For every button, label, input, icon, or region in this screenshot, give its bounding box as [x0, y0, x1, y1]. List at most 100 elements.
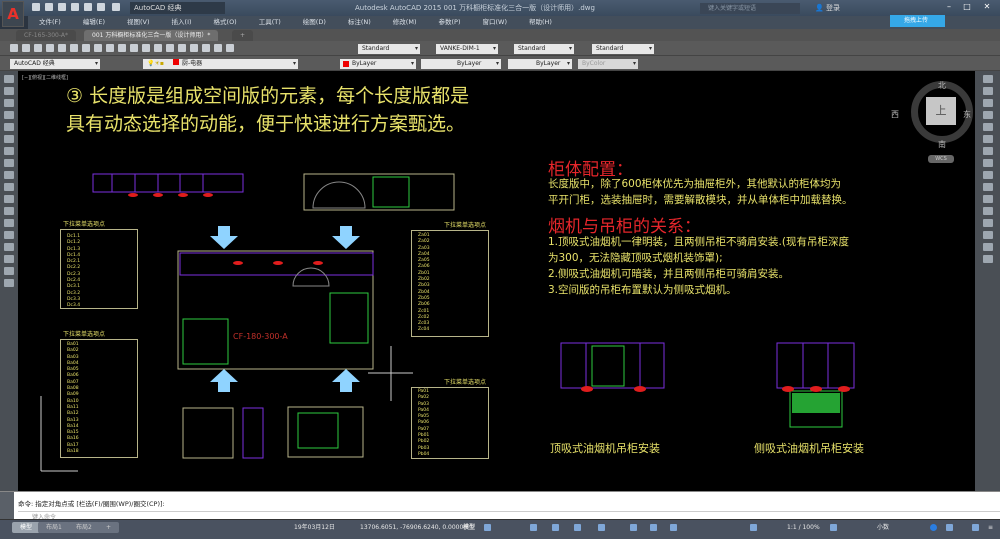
menu-insert[interactable]: 插入(I): [161, 16, 203, 29]
spline-icon[interactable]: [4, 171, 14, 179]
construction-line-icon[interactable]: [4, 87, 14, 95]
annotation-icon[interactable]: [750, 524, 757, 531]
line-tool-icon[interactable]: [4, 75, 14, 83]
save-icon[interactable]: [34, 44, 42, 52]
circle-icon[interactable]: [4, 147, 14, 155]
undo-icon[interactable]: [97, 3, 105, 11]
add-layout-button[interactable]: +: [98, 522, 120, 533]
compass-west[interactable]: 西: [891, 109, 899, 120]
polyline-icon[interactable]: [4, 99, 14, 107]
save-as-icon[interactable]: [71, 3, 79, 11]
print-icon[interactable]: [46, 44, 54, 52]
join-icon[interactable]: [982, 219, 993, 227]
menu-format[interactable]: 格式(O): [203, 16, 248, 29]
doc-tab-cf165[interactable]: CF-165-300-A*: [16, 30, 77, 41]
rotate-icon[interactable]: [982, 147, 993, 155]
redo-icon[interactable]: [112, 3, 120, 11]
table-icon[interactable]: [4, 267, 14, 275]
list-item[interactable]: Ba18: [61, 449, 137, 455]
open-icon[interactable]: [45, 3, 53, 11]
viewcube-top-face[interactable]: 上: [926, 97, 956, 125]
extend-icon[interactable]: [982, 195, 993, 203]
scale-icon[interactable]: [982, 159, 993, 167]
wcs-menu[interactable]: WCS: [928, 155, 954, 163]
isolate-objects-icon[interactable]: [930, 524, 937, 531]
stretch-icon[interactable]: [982, 171, 993, 179]
linetype-dropdown[interactable]: ByLayer: [421, 59, 501, 69]
new-icon[interactable]: [32, 3, 40, 11]
menu-help[interactable]: 帮助(H): [518, 16, 563, 29]
menu-modify[interactable]: 修改(M): [382, 16, 428, 29]
menu-draw[interactable]: 绘图(D): [292, 16, 337, 29]
list-item[interactable]: Zc04: [412, 327, 488, 333]
menu-tools[interactable]: 工具(T): [248, 16, 292, 29]
mirror-icon[interactable]: [982, 99, 993, 107]
rectangle-icon[interactable]: [4, 123, 14, 131]
hatch-icon[interactable]: [4, 231, 14, 239]
workspace-dropdown[interactable]: AutoCAD 经典: [130, 2, 225, 14]
dim-style-dropdown[interactable]: VANKE-DIM-1: [436, 44, 498, 54]
gradient-icon[interactable]: [4, 243, 14, 251]
undo-icon[interactable]: [130, 44, 138, 52]
annotation-scale[interactable]: 1:1 / 100%: [787, 523, 820, 533]
menu-view[interactable]: 视图(V): [116, 16, 161, 29]
autocad-logo-menu-button[interactable]: A: [2, 1, 24, 27]
chamfer-icon[interactable]: [982, 231, 993, 239]
units-display[interactable]: 小数: [877, 523, 889, 533]
search-input[interactable]: 键入关键字或短语: [700, 3, 800, 14]
region-icon[interactable]: [4, 255, 14, 263]
lineweight-dropdown[interactable]: ByLayer: [508, 59, 572, 69]
help-icon[interactable]: [226, 44, 234, 52]
mleader-style-dropdown[interactable]: Standard: [592, 44, 654, 54]
pan-icon[interactable]: [154, 44, 162, 52]
minimize-button[interactable]: –: [940, 1, 958, 13]
sign-in-button[interactable]: 👤 登录: [815, 2, 840, 14]
grid-icon[interactable]: [484, 524, 491, 531]
compass-east[interactable]: 东: [963, 109, 971, 120]
layer-dropdown[interactable]: 💡☀▪ 厨-电器: [143, 59, 298, 69]
upload-button[interactable]: 拖拽上传: [890, 15, 945, 27]
cut-icon[interactable]: [82, 44, 90, 52]
insert-block-icon[interactable]: [4, 195, 14, 203]
array-icon[interactable]: [982, 123, 993, 131]
menu-dimension[interactable]: 标注(N): [337, 16, 382, 29]
customization-menu-icon[interactable]: ≡: [988, 523, 993, 533]
menu-window[interactable]: 窗口(W): [471, 16, 518, 29]
trim-icon[interactable]: [982, 183, 993, 191]
color-dropdown[interactable]: ByLayer: [340, 59, 416, 69]
otrack-icon[interactable]: [630, 524, 637, 531]
ellipse-icon[interactable]: [4, 183, 14, 191]
zoom-window-icon[interactable]: [178, 44, 186, 52]
polar-icon[interactable]: [574, 524, 581, 531]
erase-icon[interactable]: [982, 75, 993, 83]
break-icon[interactable]: [982, 207, 993, 215]
zoom-icon[interactable]: [166, 44, 174, 52]
menu-edit[interactable]: 编辑(E): [72, 16, 116, 29]
publish-icon[interactable]: [70, 44, 78, 52]
osnap-icon[interactable]: [598, 524, 605, 531]
save-icon[interactable]: [58, 3, 66, 11]
new-tab-button[interactable]: +: [232, 30, 254, 41]
fillet-icon[interactable]: [982, 243, 993, 251]
open-icon[interactable]: [22, 44, 30, 52]
workspace-dropdown-toolbar[interactable]: AutoCAD 经典: [10, 59, 100, 69]
transparency-icon[interactable]: [670, 524, 677, 531]
offset-icon[interactable]: [982, 111, 993, 119]
copy-object-icon[interactable]: [982, 87, 993, 95]
close-button[interactable]: ✕: [978, 1, 996, 13]
lineweight-icon[interactable]: [650, 524, 657, 531]
copy-icon[interactable]: [94, 44, 102, 52]
polygon-icon[interactable]: [4, 111, 14, 119]
move-icon[interactable]: [982, 135, 993, 143]
menu-file[interactable]: 文件(F): [28, 16, 72, 29]
clean-screen-icon[interactable]: [972, 524, 979, 531]
ortho-icon[interactable]: [552, 524, 559, 531]
layout-tab-layout1[interactable]: 布局1: [38, 522, 70, 533]
layout-tab-layout2[interactable]: 布局2: [68, 522, 100, 533]
arc-icon[interactable]: [4, 135, 14, 143]
drawing-canvas[interactable]: [−][俯视][二维线框] ③ 长度版是组成空间版的元素，每个长度版都是 具有动…: [18, 71, 975, 491]
workspace-switch-icon[interactable]: [830, 524, 837, 531]
paste-icon[interactable]: [106, 44, 114, 52]
text-style-dropdown[interactable]: Standard: [358, 44, 420, 54]
list-item[interactable]: Pb04: [412, 452, 488, 458]
